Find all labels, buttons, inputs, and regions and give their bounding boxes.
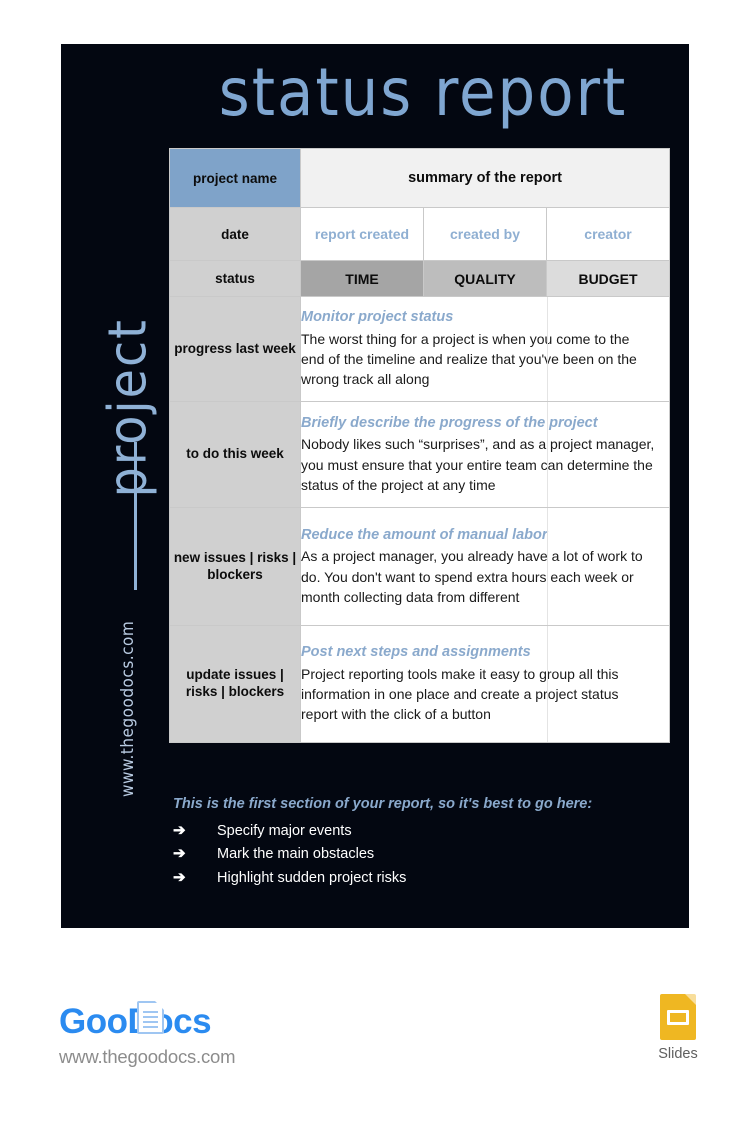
arrow-right-icon: ➔ [173, 845, 186, 863]
header-status: status [169, 260, 301, 297]
google-slides-badge[interactable]: Slides [648, 994, 708, 1062]
table-header-row-date: date report created created by creator [169, 207, 671, 261]
row-text: The worst thing for a project is when yo… [301, 330, 637, 388]
bullet-section: This is the first section of your report… [173, 796, 673, 889]
vertical-rail: project www.thegoodocs.com [61, 44, 171, 928]
goodocs-logo-text: GooDocs [59, 1002, 212, 1041]
list-item-label: Specify major events [217, 823, 352, 839]
table-header-row-project: project name summary of the report [169, 148, 671, 208]
arrow-right-icon: ➔ [173, 822, 186, 839]
document-icon [137, 1001, 164, 1034]
row-text: As a project manager, you already have a… [301, 548, 643, 605]
list-item: ➔ Specify major events [173, 819, 673, 842]
slide-frame-shape [667, 1010, 689, 1025]
header-summary-of-report: summary of the report [299, 148, 671, 208]
row-label-to-do-this-week: to do this week [169, 401, 301, 508]
table-header-row-status: status TIME QUALITY BUDGET [169, 260, 671, 297]
header-metric-quality: QUALITY [423, 260, 547, 297]
header-created-by: created by [423, 207, 547, 261]
list-item: ➔ Highlight sudden project risks [173, 866, 673, 889]
table-row: update issues | risks | blockers Post ne… [169, 625, 671, 743]
table-row: to do this week Briefly describe the pro… [169, 401, 671, 508]
row-label-update-issues: update issues | risks | blockers [169, 625, 301, 743]
row-text: Project reporting tools make it easy to … [301, 665, 619, 723]
page-title: status report [218, 54, 628, 131]
row-subtitle: Briefly describe the progress of the pro… [301, 414, 598, 431]
list-item: ➔ Mark the main obstacles [173, 842, 673, 865]
header-metric-budget: BUDGET [545, 260, 671, 297]
header-date: date [169, 207, 301, 261]
report-panel: project www.thegoodocs.com status report… [61, 44, 689, 928]
slides-icon [660, 994, 696, 1040]
row-subtitle: Post next steps and assignments [301, 644, 531, 661]
goodocs-logo-url: www.thegoodocs.com [59, 1046, 236, 1067]
header-report-created: report created [300, 207, 424, 261]
header-creator: creator [545, 207, 671, 261]
status-report-table: project name summary of the report date … [169, 148, 671, 743]
row-text: Nobody likes such “surprises”, and as a … [301, 436, 655, 493]
list-item-label: Mark the main obstacles [217, 846, 375, 863]
goodocs-logo[interactable]: GooDocs www.thegoodocs.com [59, 1001, 319, 1068]
status-report-table-wrapper: project name summary of the report date … [169, 148, 671, 743]
row-subtitle: Reduce the amount of manual labor [301, 526, 548, 543]
arrow-right-icon: ➔ [173, 868, 186, 886]
bullet-section-heading: This is the first section of your report… [173, 796, 593, 812]
table-row: progress last week Monitor project statu… [169, 296, 671, 402]
row-body-to-do-this-week: Briefly describe the progress of the pro… [299, 401, 671, 508]
bullet-list: ➔ Specify major events ➔ Mark the main o… [173, 819, 673, 889]
row-subtitle: Monitor project status [301, 309, 454, 326]
header-project-name: project name [169, 148, 301, 208]
vertical-project-word: project [97, 318, 159, 498]
row-body-update-issues: Post next steps and assignments Project … [299, 625, 671, 743]
page-root: project www.thegoodocs.com status report… [0, 0, 750, 1144]
row-label-new-issues: new issues | risks | blockers [169, 507, 301, 626]
row-body-new-issues: Reduce the amount of manual labor As a p… [299, 507, 671, 626]
header-metric-time: TIME [300, 260, 424, 297]
slides-label: Slides [658, 1046, 698, 1062]
row-body-progress-last-week: Monitor project status The worst thing f… [299, 296, 671, 402]
table-row: new issues | risks | blockers Reduce the… [169, 507, 671, 626]
row-label-progress-last-week: progress last week [169, 296, 301, 402]
page-fold-corner [685, 994, 696, 1005]
footer: GooDocs www.thegoodocs.com Slides [0, 976, 750, 1096]
list-item-label: Highlight sudden project risks [217, 869, 407, 886]
vertical-website-url: www.thegoodocs.com [118, 620, 138, 797]
